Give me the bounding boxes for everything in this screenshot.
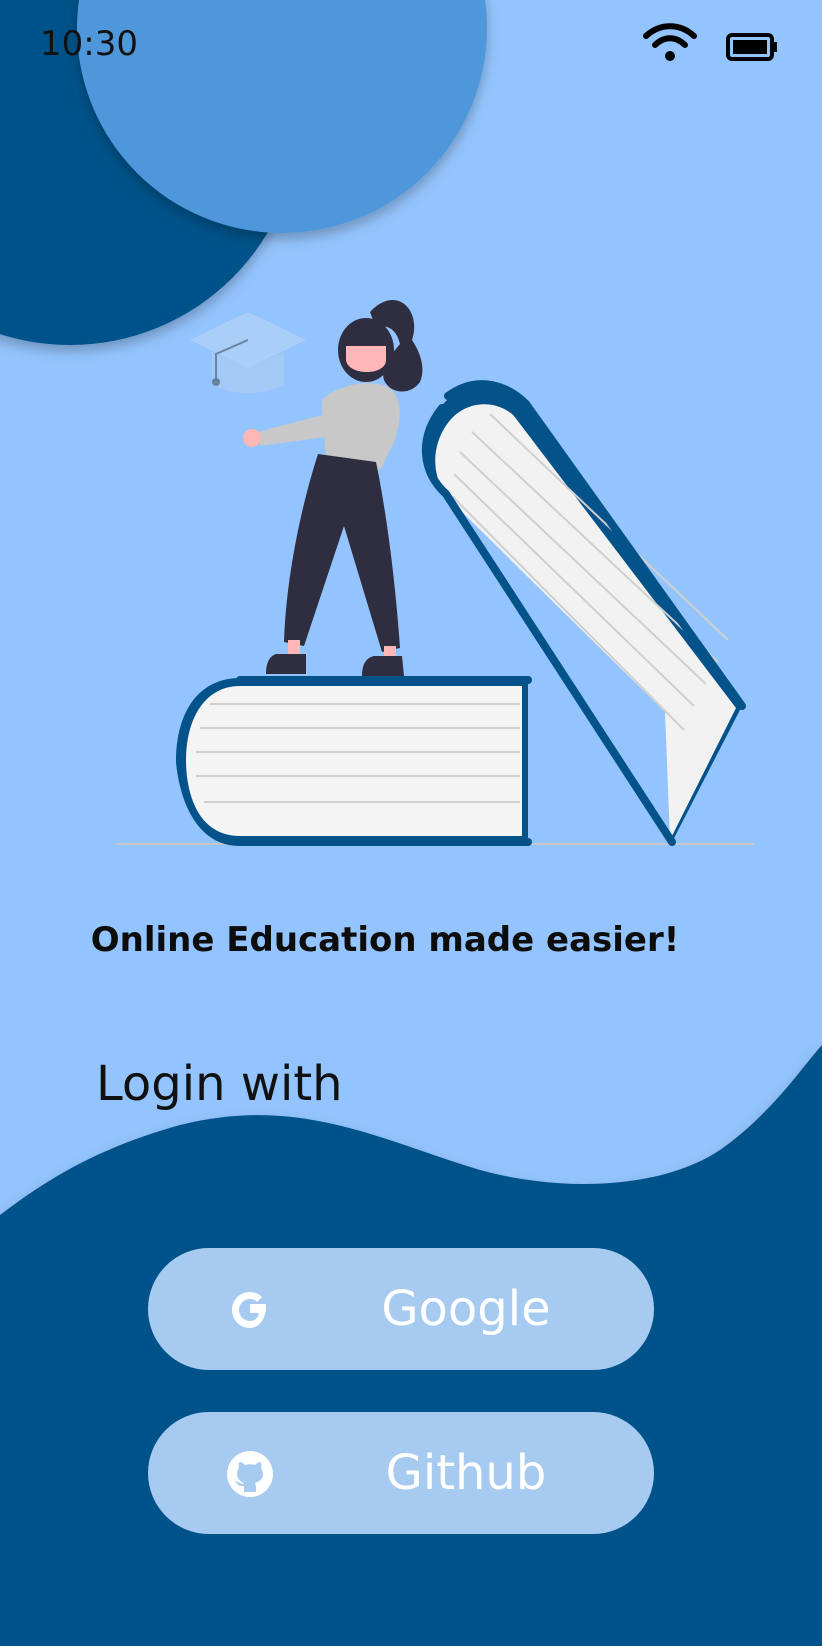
github-login-button[interactable]: Github [148, 1412, 654, 1534]
github-button-label: Github [385, 1445, 547, 1501]
google-icon [232, 1292, 266, 1328]
status-time: 10:30 [40, 24, 138, 64]
graduation-cap-icon [190, 312, 306, 393]
github-icon [227, 1451, 273, 1497]
hero-illustration [116, 300, 754, 846]
tagline: Online Education made easier! [90, 920, 680, 960]
lying-book [176, 676, 532, 846]
google-login-button[interactable]: Google [148, 1248, 654, 1370]
login-heading: Login with [96, 1056, 343, 1112]
google-button-label: Google [381, 1281, 551, 1337]
wifi-icon [643, 23, 697, 61]
battery-icon [726, 33, 777, 61]
